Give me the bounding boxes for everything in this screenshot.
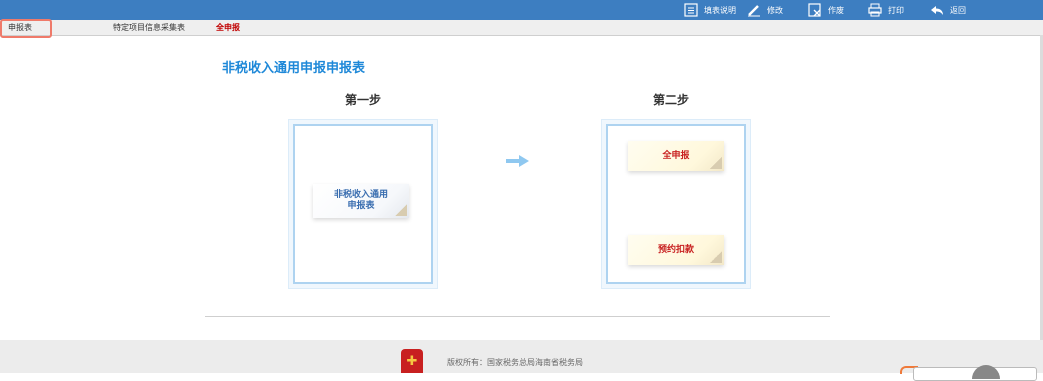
back-label: 返回 [950, 5, 966, 15]
print-button[interactable]: 打印 [868, 2, 904, 18]
scheduled-deduction-card-label: 预约扣款 [657, 244, 694, 255]
edit-label: 修改 [767, 5, 783, 15]
back-button[interactable]: 返回 [930, 2, 966, 18]
divider [205, 316, 830, 317]
non-tax-form-card-label: 非税收入通用申报表 [333, 190, 388, 211]
document-icon [684, 3, 698, 17]
full-declaration-card[interactable]: 全申报 [628, 141, 724, 171]
void-button[interactable]: 作废 [808, 2, 844, 18]
tab-specific-item-collection[interactable]: 特定项目信息采集表 [113, 22, 185, 33]
void-label: 作废 [828, 5, 844, 15]
step1-label: 第一步 [345, 93, 382, 107]
scheduled-deduction-card[interactable]: 预约扣款 [628, 235, 724, 265]
fill-instructions-label: 填表说明 [704, 5, 736, 15]
print-label: 打印 [888, 5, 904, 15]
top-toolbar: 填表说明 修改 作废 打印 返回 [0, 0, 1043, 20]
page-title: 非税收入通用申报申报表 [222, 61, 366, 76]
printer-icon [868, 3, 882, 17]
edit-button[interactable]: 修改 [747, 2, 783, 18]
tab-full-declaration[interactable]: 全申报 [216, 22, 240, 33]
fill-instructions-button[interactable]: 填表说明 [684, 2, 736, 18]
back-arrow-icon [930, 3, 944, 17]
full-declaration-card-label: 全申报 [662, 150, 690, 161]
pencil-icon [747, 3, 761, 17]
page-curl-icon [710, 251, 722, 263]
step2-label: 第二步 [653, 93, 690, 107]
page-curl-icon [710, 157, 722, 169]
page-curl-icon [395, 204, 407, 216]
tax-bureau-emblem-icon: ✚ [401, 349, 423, 373]
copyright-text: 版权所有：国家税务总局海南省税务局 [447, 358, 583, 367]
void-document-icon [808, 3, 822, 17]
non-tax-form-card[interactable]: 非税收入通用申报表 [313, 184, 409, 218]
arrow-right-icon [506, 155, 529, 167]
tab-bar: 申报表 特定项目信息采集表 全申报 [0, 20, 1043, 36]
tab-highlight-box [0, 19, 52, 38]
